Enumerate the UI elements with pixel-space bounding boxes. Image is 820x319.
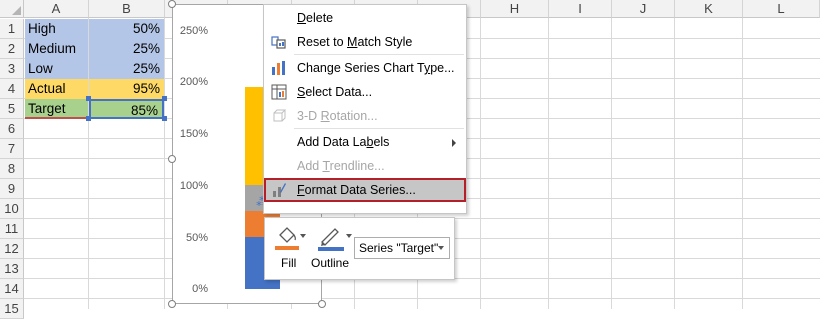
row-header-2[interactable]: 2	[0, 39, 24, 59]
select-all-corner[interactable]	[0, 0, 24, 18]
cell-a4[interactable]: Actual	[25, 79, 88, 99]
menu-item-label: Select Data...	[297, 85, 373, 99]
y-tick-label: 100%	[179, 180, 208, 192]
col-header-j[interactable]: J	[612, 0, 675, 18]
cell-a2[interactable]: Medium	[25, 39, 88, 59]
col-header-a[interactable]: A	[24, 0, 89, 18]
cell-b2[interactable]: 25%	[89, 39, 164, 59]
menu-separator	[294, 54, 464, 55]
mini-toolbar: Fill Outline Series "Target"	[264, 217, 455, 280]
outline-label: Outline	[311, 256, 350, 270]
gridline	[24, 298, 820, 299]
cell-a1[interactable]: High	[25, 19, 88, 39]
gridline	[480, 18, 481, 309]
cell-b5[interactable]: 85%	[89, 99, 164, 119]
chart-resize-handle[interactable]	[168, 0, 176, 8]
row-header-5[interactable]: 5	[0, 99, 24, 119]
row-header-4[interactable]: 4	[0, 79, 24, 99]
row-header-11[interactable]: 11	[0, 219, 24, 239]
chart-resize-handle[interactable]	[318, 300, 326, 308]
row-header-8[interactable]: 8	[0, 159, 24, 179]
menu-separator	[294, 128, 464, 129]
series-select[interactable]: Series "Target"	[354, 237, 450, 259]
y-tick-label: 0%	[192, 283, 208, 295]
menu-item-change-chart-type[interactable]: Change Series Chart Type...	[264, 56, 466, 80]
cell-b1[interactable]: 50%	[89, 19, 164, 39]
gridline	[674, 18, 675, 309]
chevron-down-icon	[438, 246, 444, 250]
row-header-1[interactable]: 1	[0, 19, 24, 39]
row-header-12[interactable]: 12	[0, 239, 24, 259]
menu-item-reset-style[interactable]: Reset to Match Style	[264, 30, 466, 54]
y-tick-label: 250%	[179, 25, 208, 37]
gridline	[548, 18, 549, 309]
format-series-icon	[271, 182, 287, 198]
row-header-6[interactable]: 6	[0, 119, 24, 139]
menu-item-delete[interactable]: Delete	[264, 6, 466, 30]
dropdown-arrow-icon[interactable]	[346, 234, 352, 238]
cell-a5[interactable]: Target	[25, 99, 88, 119]
row-header-14[interactable]: 14	[0, 279, 24, 299]
range-handle[interactable]	[86, 116, 91, 121]
menu-item-add-trendline[interactable]: Add Trendline...	[264, 154, 466, 178]
menu-item-format-data-series[interactable]: Format Data Series...	[264, 178, 466, 202]
select-data-icon	[271, 84, 287, 100]
fill-label: Fill	[281, 256, 297, 270]
menu-item-label: Add Trendline...	[297, 159, 385, 173]
col-header-h[interactable]: H	[481, 0, 549, 18]
dropdown-arrow-icon[interactable]	[300, 234, 306, 238]
cell-b4[interactable]: 95%	[89, 79, 164, 99]
row-header-13[interactable]: 13	[0, 259, 24, 279]
menu-item-label: 3-D Rotation...	[297, 109, 378, 123]
col-header-b[interactable]: B	[89, 0, 165, 18]
menu-item-select-data[interactable]: Select Data...	[264, 80, 466, 104]
col-header-l[interactable]: L	[743, 0, 820, 18]
paint-bucket-icon	[275, 225, 299, 256]
gridline	[611, 18, 612, 309]
chart-resize-handle[interactable]	[168, 155, 176, 163]
menu-item-label: Format Data Series...	[297, 183, 416, 197]
rotation-3d-icon	[271, 108, 287, 124]
menu-item-label: Reset to Match Style	[297, 35, 413, 49]
outline-button[interactable]	[318, 225, 352, 251]
row-header-15[interactable]: 15	[0, 299, 24, 319]
gridline	[164, 18, 165, 309]
range-handle[interactable]	[86, 96, 91, 101]
y-tick-label: 50%	[185, 232, 208, 244]
gridline	[742, 18, 743, 309]
range-handle[interactable]	[162, 96, 167, 101]
series-select-value: Series "Target"	[359, 241, 439, 255]
row-header-7[interactable]: 7	[0, 139, 24, 159]
col-header-k[interactable]: K	[675, 0, 743, 18]
y-tick-label: 150%	[179, 128, 208, 140]
row-header-3[interactable]: 3	[0, 59, 24, 79]
menu-item-add-data-labels[interactable]: Add Data Labels	[264, 130, 466, 154]
row-header-9[interactable]: 9	[0, 179, 24, 199]
menu-item-label: Change Series Chart Type...	[297, 61, 455, 75]
chart-type-icon	[271, 60, 287, 76]
fill-button[interactable]	[275, 225, 306, 251]
context-menu: Delete Reset to Match Style Change Serie…	[263, 4, 467, 214]
menu-item-label: Add Data Labels	[297, 135, 390, 149]
y-tick-label: 200%	[179, 76, 208, 88]
cell-a3[interactable]: Low	[25, 59, 88, 79]
menu-item-label: Delete	[297, 11, 334, 25]
submenu-arrow-icon	[452, 139, 456, 147]
cell-b3[interactable]: 25%	[89, 59, 164, 79]
row-header-10[interactable]: 10	[0, 199, 24, 219]
chart-resize-handle[interactable]	[168, 300, 176, 308]
reset-style-icon	[271, 34, 287, 50]
col-header-i[interactable]: I	[549, 0, 612, 18]
menu-item-3d-rotation[interactable]: 3-D Rotation...	[264, 104, 466, 128]
pen-outline-icon	[318, 225, 344, 256]
range-handle[interactable]	[162, 116, 167, 121]
